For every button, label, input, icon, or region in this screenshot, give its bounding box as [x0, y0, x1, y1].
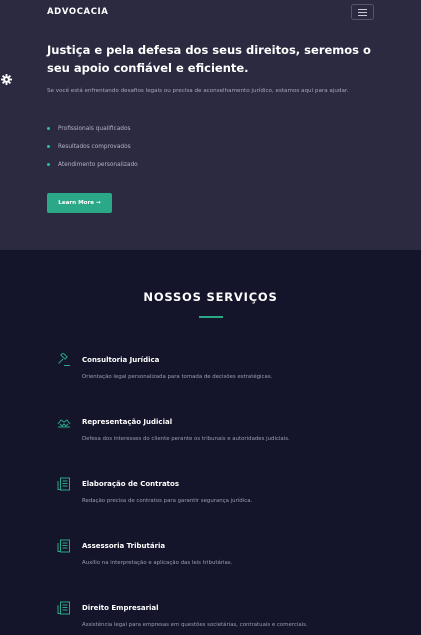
feature-item: Profissionais qualificados — [47, 123, 138, 141]
menu-toggle-button[interactable] — [351, 4, 374, 20]
service-name: Consultoria Jurídica — [82, 356, 160, 364]
bullet-icon — [47, 127, 50, 130]
bullet-icon — [47, 163, 50, 166]
feature-label: Atendimento personalizado — [58, 162, 138, 168]
document-icon — [57, 539, 70, 553]
hero-title: Justiça e pela defesa dos seus direitos,… — [47, 43, 371, 75]
document-icon — [57, 601, 70, 615]
learn-more-button[interactable]: Learn More → — [47, 193, 112, 213]
hero-section: ADVOCACIA Justiça e pela defesa dos seus — [0, 0, 421, 250]
handshake-icon — [57, 419, 71, 428]
service-name: Representação Judicial — [82, 418, 173, 426]
gavel-icon — [58, 353, 70, 366]
hero-description: Se você está enfrentando desafios legais… — [47, 88, 349, 94]
hamburger-menu-icon — [358, 9, 367, 10]
title-underline — [199, 316, 223, 318]
service-name: Direito Empresarial — [82, 604, 159, 612]
service-item-empresarial[interactable]: Direito Empresarial Assistência legal pa… — [57, 601, 377, 635]
feature-label: Resultados comprovados — [58, 144, 131, 150]
document-icon — [57, 477, 70, 491]
service-description: Defesa dos interesses do cliente perante… — [82, 436, 290, 442]
services-section: NOSSOS SERVIÇOS Consultoria Jurídica Ori… — [0, 250, 421, 635]
service-description: Orientação legal personalizada para toma… — [82, 374, 273, 380]
service-item-tributaria[interactable]: Assessoria Tributária Auxílio na interpr… — [57, 539, 377, 579]
gear-icon[interactable] — [1, 74, 12, 85]
feature-item: Atendimento personalizado — [47, 159, 138, 177]
service-name: Assessoria Tributária — [82, 542, 166, 550]
service-name: Elaboração de Contratos — [82, 480, 179, 488]
service-item-representacao[interactable]: Representação Judicial Defesa dos intere… — [57, 415, 377, 455]
service-description: Redação precisa de contratos para garant… — [82, 498, 253, 504]
service-description: Assistência legal para empresas em quest… — [82, 622, 308, 628]
service-item-contratos[interactable]: Elaboração de Contratos Redação precisa … — [57, 477, 377, 517]
feature-list: Profissionais qualificados Resultados co… — [47, 123, 138, 177]
feature-label: Profissionais qualificados — [58, 126, 131, 132]
moon-icon[interactable] — [2, 50, 12, 62]
brand-logo[interactable]: ADVOCACIA — [47, 7, 108, 17]
bullet-icon — [47, 145, 50, 148]
feature-item: Resultados comprovados — [47, 141, 138, 159]
service-item-consultoria[interactable]: Consultoria Jurídica Orientação legal pe… — [57, 353, 377, 393]
services-title: NOSSOS SERVIÇOS — [143, 290, 278, 304]
service-description: Auxílio na interpretação e aplicação das… — [82, 560, 233, 566]
